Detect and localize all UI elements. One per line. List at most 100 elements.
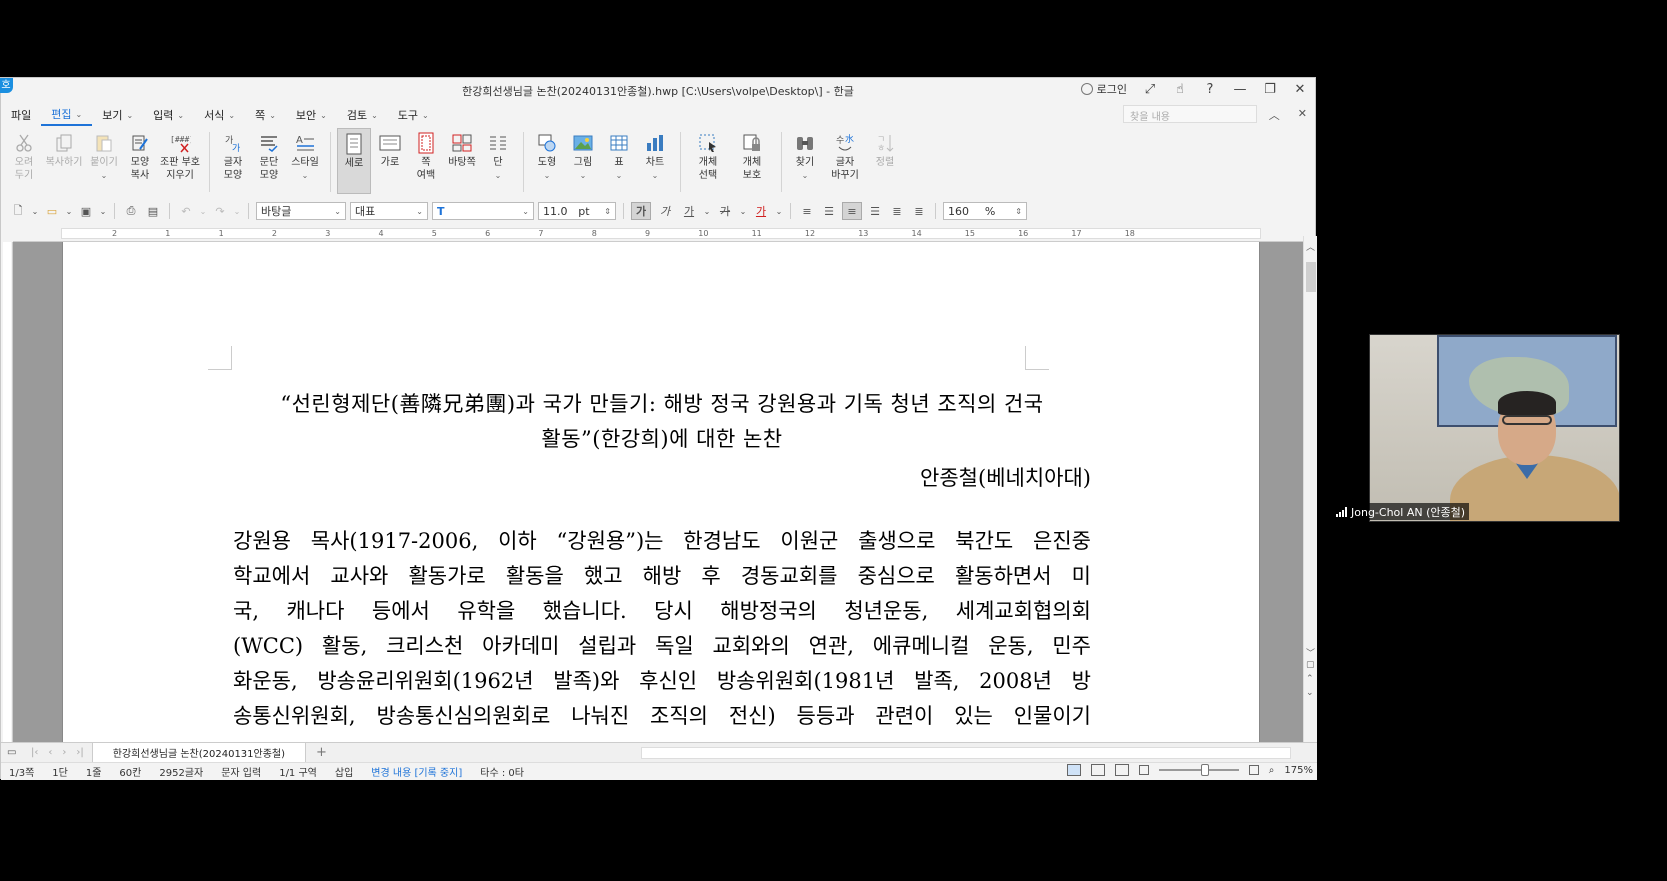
save-icon[interactable]: ▣: [77, 203, 95, 219]
status-chars[interactable]: 2952글자: [159, 764, 203, 779]
menu-item-0[interactable]: 파일: [1, 104, 41, 126]
chevron-down-icon[interactable]: ⌄: [65, 203, 73, 219]
status-insert[interactable]: 삽입: [335, 764, 353, 779]
tab-document[interactable]: 한강희선생님글 논찬(20240131안종철): [91, 742, 307, 763]
underline-button[interactable]: 가: [679, 202, 699, 220]
redo-icon[interactable]: ↷: [211, 203, 229, 219]
font-color-button[interactable]: 가: [751, 202, 771, 220]
font-size-select[interactable]: 11.0 pt ⇕: [538, 202, 616, 220]
style-button[interactable]: A 스타일 ⌄: [288, 128, 322, 194]
menu-item-7[interactable]: 검토 ⌄: [337, 104, 388, 126]
add-tab-button[interactable]: +: [306, 745, 337, 760]
object-protect-button[interactable]: 개체 보호: [731, 128, 773, 194]
page-margin-button[interactable]: 쪽 여백: [409, 128, 443, 194]
line-spacing-select[interactable]: 160 % ⇕: [943, 202, 1027, 220]
picture-button[interactable]: 그림 ⌄: [566, 128, 600, 194]
page-fit-icon[interactable]: [1114, 764, 1129, 776]
align-justify-icon[interactable]: ≡: [798, 203, 816, 219]
chevron-down-icon[interactable]: ⌄: [199, 203, 207, 219]
login-button[interactable]: 로그인: [1080, 81, 1127, 97]
horizontal-page-button[interactable]: 가로: [373, 128, 407, 194]
zoom-level[interactable]: 175%: [1284, 765, 1313, 776]
document-area[interactable]: “선린형제단(善隣兄弟團)과 국가 만들기: 해방 정국 강원용과 기독 청년 …: [13, 242, 1303, 742]
language-select[interactable]: 대표 ⌄: [350, 202, 428, 220]
menu-item-4[interactable]: 서식 ⌄: [194, 104, 245, 126]
menu-item-1[interactable]: 편집 ⌄: [41, 104, 93, 126]
chart-button[interactable]: 차트 ⌄: [638, 128, 672, 194]
char-shape-button[interactable]: 가가 글자 모양: [216, 128, 250, 194]
object-select-button[interactable]: 개체 선택: [687, 128, 729, 194]
remove-code-button[interactable]: [###] 조판 부호 지우기: [159, 128, 201, 194]
close-doc-icon[interactable]: ✕: [1298, 107, 1307, 123]
horizontal-ruler[interactable]: 2 1 1 2 3 4 5 6 7 8 9 10 11 12 13 14 15 16 17 18: [13, 226, 1303, 242]
chevron-down-icon[interactable]: ⌄: [703, 203, 711, 219]
scrollbar-thumb[interactable]: [1306, 262, 1316, 292]
first-tab-icon[interactable]: |‹: [31, 747, 38, 758]
shapes-button[interactable]: 도형 ⌄: [530, 128, 564, 194]
chevron-down-icon[interactable]: ⌄: [99, 203, 107, 219]
participant-video[interactable]: [1369, 334, 1620, 522]
print-preview-icon[interactable]: ▤: [144, 203, 162, 219]
menu-item-6[interactable]: 보안 ⌄: [286, 104, 337, 126]
background-page-button[interactable]: 바탕쪽: [445, 128, 479, 194]
close-button[interactable]: ✕: [1293, 82, 1307, 97]
prev-page-icon[interactable]: ⌃: [1306, 674, 1314, 684]
align-center-icon[interactable]: ≡: [842, 202, 862, 220]
shape-copy-button[interactable]: 모양 복사: [123, 128, 157, 194]
open-folder-icon[interactable]: ▭: [43, 203, 61, 219]
last-tab-icon[interactable]: ›|: [76, 747, 83, 758]
restore-button[interactable]: ❐: [1263, 82, 1277, 97]
align-split-icon[interactable]: ≣: [910, 203, 928, 219]
width-fit-icon[interactable]: [1090, 764, 1105, 776]
fullscreen-icon[interactable]: ⤢: [1143, 82, 1157, 97]
help-icon[interactable]: ?: [1203, 82, 1217, 97]
italic-button[interactable]: 가: [655, 202, 675, 220]
chevron-down-icon[interactable]: ⌄: [31, 203, 39, 219]
document-title[interactable]: “선린형제단(善隣兄弟團)과 국가 만들기: 해방 정국 강원용과 기독 청년 …: [233, 387, 1091, 457]
status-page[interactable]: 1/3쪽: [9, 764, 34, 779]
print-icon[interactable]: ⎙: [122, 203, 140, 219]
next-tab-icon[interactable]: ›: [62, 747, 66, 758]
menu-item-8[interactable]: 도구 ⌄: [388, 104, 439, 126]
align-left-icon[interactable]: ☰: [820, 203, 838, 219]
align-right-icon[interactable]: ☰: [866, 203, 884, 219]
document-body[interactable]: 강원용 목사(1917-2006, 이하 “강원용”)는 한경남도 이원군 출생…: [233, 524, 1091, 734]
normal-view-icon[interactable]: [1066, 764, 1081, 776]
collapse-ribbon-icon[interactable]: ︿: [1269, 107, 1280, 123]
sort-button[interactable]: ㄱㅎ 정렬: [868, 128, 902, 194]
document-author[interactable]: 안종철(베네치아대): [233, 462, 1091, 492]
minimize-button[interactable]: —: [1233, 82, 1247, 97]
style-select[interactable]: 바탕글 ⌄: [256, 202, 346, 220]
next-page-icon[interactable]: ⌄: [1306, 688, 1314, 698]
find-button[interactable]: 찾기 ⌄: [788, 128, 822, 194]
table-button[interactable]: 표 ⌄: [602, 128, 636, 194]
menu-item-2[interactable]: 보기 ⌄: [92, 104, 143, 126]
cut-button[interactable]: 오려 두기: [7, 128, 41, 194]
chevron-down-icon[interactable]: ⌄: [233, 203, 241, 219]
vertical-scrollbar[interactable]: ︿ ﹀ ▢ ⌃ ⌄: [1303, 236, 1317, 742]
vertical-ruler[interactable]: [1, 242, 13, 742]
menu-item-3[interactable]: 입력 ⌄: [143, 104, 194, 126]
para-shape-button[interactable]: 문단 모양: [252, 128, 286, 194]
undo-icon[interactable]: ↶: [177, 203, 195, 219]
tab-list-icon[interactable]: ▭: [7, 747, 16, 758]
search-input[interactable]: 찾을 내용: [1123, 105, 1257, 123]
chevron-down-icon[interactable]: ⌄: [775, 203, 783, 219]
copy-button[interactable]: 복사하기: [43, 128, 85, 194]
align-distribute-icon[interactable]: ≣: [888, 203, 906, 219]
chevron-down-icon[interactable]: ⌄: [739, 203, 747, 219]
page-view-icon[interactable]: ▢: [1306, 660, 1315, 670]
prev-tab-icon[interactable]: ‹: [48, 747, 52, 758]
zoom-slider-knob[interactable]: [1200, 764, 1209, 776]
scroll-up-icon[interactable]: ︿: [1306, 240, 1315, 253]
columns-button[interactable]: 단 ⌄: [481, 128, 515, 194]
horizontal-scrollbar[interactable]: [641, 747, 1291, 759]
zoom-slider[interactable]: [1158, 764, 1239, 776]
bold-button[interactable]: 가: [631, 202, 651, 220]
scroll-down-icon[interactable]: ﹀: [1306, 646, 1315, 659]
paste-button[interactable]: 붙이기 ⌄: [87, 128, 121, 194]
vertical-page-button[interactable]: 세로: [337, 128, 371, 194]
zoom-out-icon[interactable]: [1138, 765, 1149, 775]
font-select[interactable]: T ⌄: [432, 202, 534, 220]
char-replace-button[interactable]: 수水 글자 바꾸기: [824, 128, 866, 194]
